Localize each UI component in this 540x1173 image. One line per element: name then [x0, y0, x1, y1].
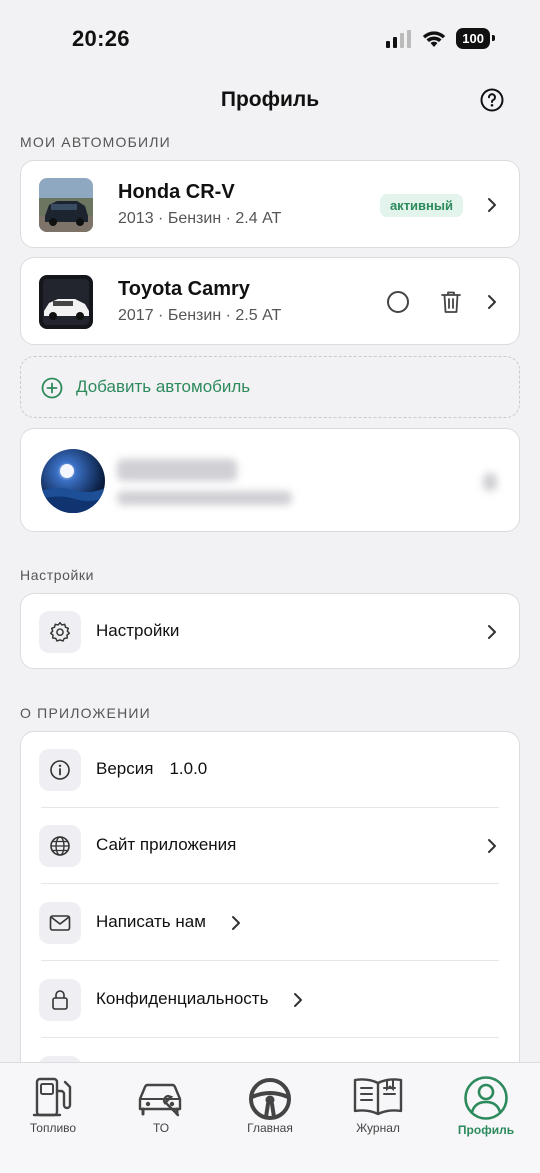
tab-profile[interactable]: Профиль	[441, 1075, 531, 1137]
contact-row[interactable]: Написать нам	[21, 885, 519, 961]
website-row[interactable]: Сайт приложения	[21, 808, 519, 884]
add-car-label: Добавить автомобиль	[76, 377, 251, 396]
settings-row[interactable]: Настройки	[21, 594, 519, 670]
tab-journal[interactable]: Журнал	[333, 1075, 423, 1135]
chevron-right-icon	[488, 198, 496, 212]
car-photo	[39, 275, 93, 329]
section-label-cars: МОИ АВТОМОБИЛИ	[20, 134, 171, 150]
divider	[41, 960, 499, 961]
version-value: 1.0.0	[169, 759, 208, 778]
car-service-icon	[138, 1083, 182, 1117]
help-icon[interactable]	[480, 88, 504, 112]
account-email-redacted	[117, 491, 292, 505]
chevron-right-icon	[488, 625, 496, 639]
wifi-icon	[423, 30, 446, 47]
contact-label: Написать нам	[96, 912, 206, 931]
car-name: Honda CR-V	[118, 181, 235, 203]
active-badge: активный	[379, 194, 463, 217]
gear-icon	[39, 611, 81, 653]
chevron-right-icon	[294, 993, 302, 1007]
lock-icon	[39, 979, 81, 1021]
profile-icon	[464, 1076, 508, 1120]
fuel-pump-icon	[32, 1077, 72, 1117]
website-label: Сайт приложения	[96, 835, 237, 854]
account-name-redacted	[117, 459, 237, 481]
page-title: Профиль	[220, 88, 320, 111]
car-photo	[39, 178, 93, 232]
settings-label: Настройки	[96, 621, 180, 640]
battery-indicator: 100	[456, 28, 495, 49]
about-card: Версия 1.0.0 Сайт приложения Написать нам	[20, 731, 520, 1091]
version-label: Версия	[96, 759, 154, 778]
status-indicators: 100	[386, 28, 495, 49]
trash-icon[interactable]	[441, 290, 461, 314]
add-car-button[interactable]: Добавить автомобиль	[20, 356, 520, 418]
info-icon	[39, 749, 81, 791]
car-name: Toyota Camry	[118, 278, 250, 300]
car-details: 2017 · Бензин · 2.5 AT	[118, 307, 282, 324]
avatar	[41, 449, 105, 513]
tab-label: Журнал	[356, 1121, 400, 1135]
tab-bar: Топливо ТО Главная Журнал Профиль	[0, 1062, 540, 1173]
tab-home[interactable]: Главная	[225, 1075, 315, 1135]
version-row: Версия 1.0.0	[21, 732, 519, 808]
envelope-icon	[39, 902, 81, 944]
car-details: 2013 · Бензин · 2.4 AT	[118, 210, 282, 227]
divider	[41, 883, 499, 884]
tab-label: ТО	[152, 1121, 170, 1135]
section-label-about: О ПРИЛОЖЕНИИ	[20, 705, 151, 721]
privacy-row[interactable]: Конфиденциальность	[21, 962, 519, 1038]
cellular-signal-icon	[386, 29, 412, 48]
status-bar: 20:26 100	[0, 0, 540, 80]
section-label-settings: Настройки	[20, 567, 95, 583]
plus-circle-icon	[41, 377, 63, 399]
tab-fuel[interactable]: Топливо	[8, 1075, 98, 1135]
chevron-right-icon	[232, 916, 240, 930]
chevron-right-icon	[488, 839, 496, 853]
globe-icon	[39, 825, 81, 867]
settings-card[interactable]: Настройки	[20, 593, 520, 669]
status-time: 20:26	[72, 26, 130, 51]
tab-label: Топливо	[29, 1121, 77, 1135]
tab-label: Главная	[247, 1121, 293, 1135]
tab-maintenance[interactable]: ТО	[116, 1075, 206, 1135]
set-active-radio[interactable]	[387, 291, 409, 313]
car-card-toyota[interactable]: Toyota Camry 2017 · Бензин · 2.5 AT	[20, 257, 520, 345]
tab-label: Профиль	[457, 1123, 515, 1137]
steering-wheel-icon	[249, 1078, 291, 1120]
privacy-label: Конфиденциальность	[96, 989, 269, 1008]
journal-book-icon	[353, 1078, 403, 1116]
account-card[interactable]	[20, 428, 520, 532]
car-card-honda[interactable]: Honda CR-V 2013 · Бензин · 2.4 AT активн…	[20, 160, 520, 248]
chevron-right-icon	[488, 295, 496, 309]
divider	[41, 1037, 499, 1038]
account-chevron-redacted	[483, 473, 497, 491]
